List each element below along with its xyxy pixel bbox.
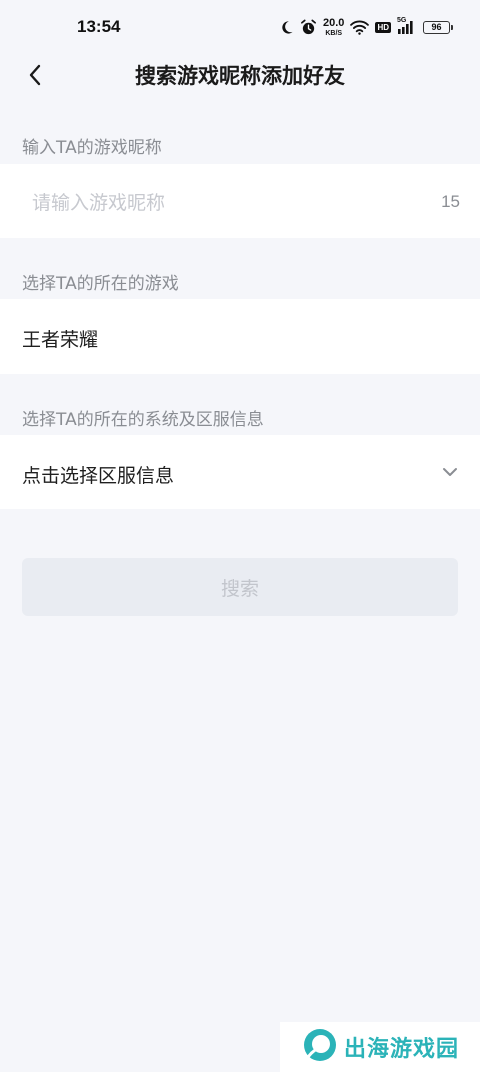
page-title: 搜索游戏昵称添加好友: [135, 64, 345, 88]
network-speed-value: 20.0: [323, 16, 345, 29]
battery-level: 96: [431, 22, 442, 32]
watermark: 出海游戏园: [280, 1022, 480, 1072]
header: 搜索游戏昵称添加好友: [0, 52, 480, 96]
signal-label: 5G: [397, 17, 407, 24]
game-select-card[interactable]: 王者荣耀: [0, 299, 480, 374]
wifi-icon: [350, 20, 370, 35]
game-section-label: 选择TA的所在的游戏: [22, 274, 179, 294]
selected-game: 王者荣耀: [22, 329, 99, 351]
char-limit-counter: 15: [441, 192, 460, 211]
server-select-placeholder: 点击选择区服信息: [22, 465, 175, 487]
hd-badge: HD: [375, 21, 391, 33]
watermark-logo-icon: [302, 1027, 338, 1067]
nickname-card: 15: [0, 164, 480, 238]
status-icons: 20.0 KB/S HD 5G 96: [279, 16, 453, 38]
moon-icon: [279, 20, 294, 35]
network-speed: 20.0 KB/S: [323, 16, 345, 37]
battery-icon: 96: [423, 20, 453, 34]
alarm-icon: [300, 19, 317, 36]
nickname-section-label: 输入TA的游戏昵称: [22, 138, 162, 158]
status-time: 13:54: [77, 17, 121, 36]
server-select-card[interactable]: 点击选择区服信息: [0, 435, 480, 509]
signal-icon: 5G: [397, 17, 417, 34]
server-section-label: 选择TA的所在的系统及区服信息: [22, 410, 264, 430]
search-button[interactable]: 搜索: [22, 558, 458, 616]
chevron-down-icon: [440, 463, 460, 481]
status-bar: 13:54 20.0 KB/S HD 5G 96: [0, 0, 480, 56]
network-speed-unit: KB/S: [325, 29, 343, 37]
nickname-input[interactable]: [32, 186, 412, 220]
watermark-text: 出海游戏园: [344, 1037, 460, 1062]
